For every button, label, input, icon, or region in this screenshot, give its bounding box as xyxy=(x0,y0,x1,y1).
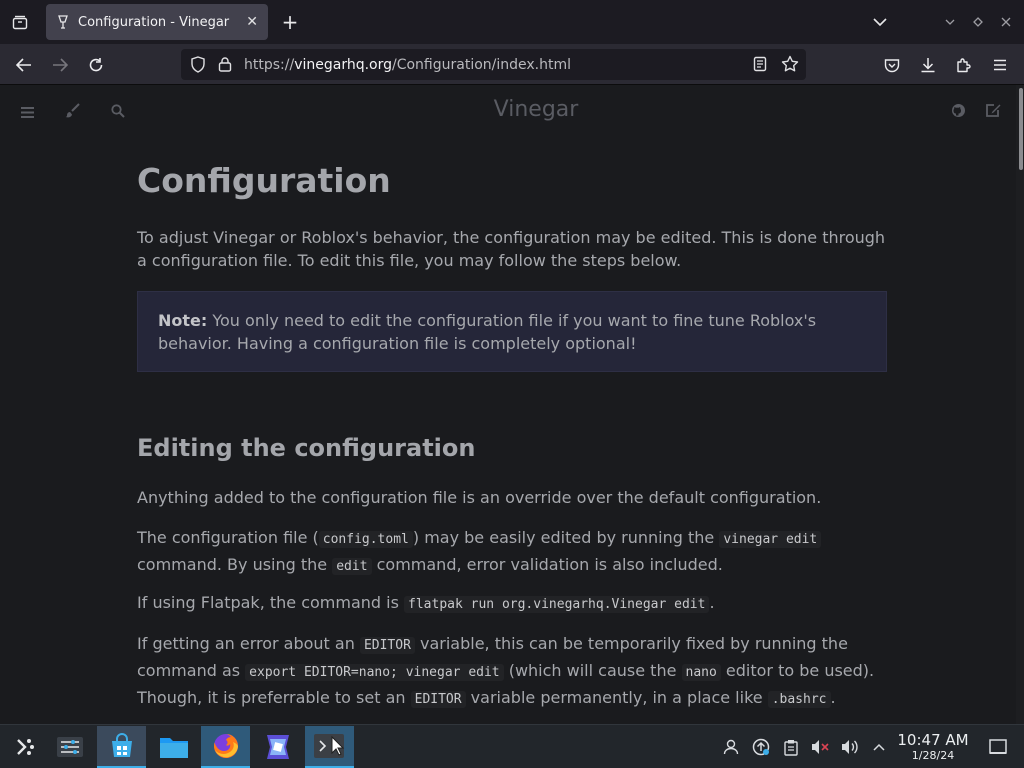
note-text: You only need to edit the configuration … xyxy=(158,311,817,353)
back-arrow-icon[interactable] xyxy=(12,53,36,77)
reload-icon[interactable] xyxy=(84,53,108,77)
extensions-puzzle-icon[interactable] xyxy=(952,53,976,77)
firefox-icon[interactable] xyxy=(201,726,250,768)
note-label: Note: xyxy=(158,311,208,330)
list-tabs-chevron-icon[interactable] xyxy=(868,10,892,34)
code-editor-var: EDITOR xyxy=(359,637,415,654)
tab-overview-icon[interactable] xyxy=(8,10,32,34)
clipboard-icon[interactable] xyxy=(780,725,802,768)
doc-menu-bar: Vinegar xyxy=(0,85,1016,137)
note-callout: Note: You only need to edit the configur… xyxy=(137,291,887,372)
system-settings-icon[interactable] xyxy=(45,726,94,768)
address-bar[interactable]: https://vinegarhq.org/Configuration/inde… xyxy=(181,49,806,80)
bookmark-star-icon[interactable] xyxy=(781,55,799,77)
app-launcher-icon[interactable] xyxy=(0,726,49,768)
url-text[interactable]: https://vinegarhq.org/Configuration/inde… xyxy=(244,57,571,73)
page-scrollbar[interactable] xyxy=(1016,85,1024,724)
show-desktop-icon[interactable] xyxy=(986,725,1010,768)
code-nano: nano xyxy=(681,664,721,681)
code-edit: edit xyxy=(332,558,372,575)
clock-time: 10:47 AM xyxy=(897,731,969,749)
window-close-icon[interactable] xyxy=(998,14,1014,30)
taskbar: 10:47 AM 1/28/24 xyxy=(0,724,1024,768)
site-title: Vinegar xyxy=(493,97,579,122)
code-export-editor: export EDITOR=nano; vinegar edit xyxy=(245,664,504,681)
code-config-toml: config.toml xyxy=(318,531,413,548)
code-vinegar-edit: vinegar edit xyxy=(719,531,822,548)
discover-store-icon[interactable] xyxy=(97,726,146,768)
tracking-shield-icon[interactable] xyxy=(190,56,206,77)
tab-active[interactable]: Configuration - Vinegar ✕ xyxy=(46,4,268,40)
volume-icon[interactable] xyxy=(838,725,862,768)
digital-clock[interactable]: 10:47 AM 1/28/24 xyxy=(896,731,970,763)
intro-paragraph: To adjust Vinegar or Roblox's behavior, … xyxy=(137,228,886,270)
terminal-konsole-icon[interactable] xyxy=(305,726,354,768)
forward-arrow-icon[interactable] xyxy=(48,53,72,77)
user-account-icon[interactable] xyxy=(720,725,742,768)
pocket-icon[interactable] xyxy=(880,53,904,77)
vinegar-favicon-icon xyxy=(56,14,70,30)
window-maximize-icon[interactable] xyxy=(970,14,986,30)
window-minimize-icon[interactable] xyxy=(942,14,958,30)
github-icon[interactable] xyxy=(951,103,966,122)
navigation-toolbar: https://vinegarhq.org/Configuration/inde… xyxy=(0,44,1024,85)
tab-strip: Configuration - Vinegar ✕ + xyxy=(0,0,1024,44)
web-page: Vinegar Configuration To adjust Vinegar … xyxy=(0,85,1024,724)
vinegar-roblox-icon[interactable] xyxy=(253,726,302,768)
app-menu-hamburger-icon[interactable] xyxy=(988,53,1012,77)
edit-page-icon[interactable] xyxy=(985,103,1001,122)
tab-close-icon[interactable]: ✕ xyxy=(246,14,258,30)
audio-muted-icon[interactable] xyxy=(808,725,832,768)
tray-expand-chevron-up-icon[interactable] xyxy=(868,725,890,768)
scrollbar-thumb[interactable] xyxy=(1019,88,1023,170)
file-manager-folder-icon[interactable] xyxy=(149,726,198,768)
paragraph-config-file: The configuration file (config.toml) may… xyxy=(137,525,887,579)
tab-title: Configuration - Vinegar xyxy=(78,14,230,30)
reader-view-icon[interactable] xyxy=(753,56,767,76)
code-editor-var-2: EDITOR xyxy=(410,691,466,708)
paragraph-editor-variable: If getting an error about an EDITOR vari… xyxy=(137,634,875,708)
downloads-icon[interactable] xyxy=(916,53,940,77)
update-notifier-icon[interactable] xyxy=(750,725,772,768)
code-flatpak-command: flatpak run org.vinegarhq.Vinegar edit xyxy=(404,596,710,613)
paragraph-override: Anything added to the configuration file… xyxy=(137,488,822,507)
code-bashrc: .bashrc xyxy=(767,691,831,708)
page-heading: Configuration xyxy=(137,161,391,200)
section-heading-editing: Editing the configuration xyxy=(137,434,476,462)
new-tab-icon[interactable]: + xyxy=(278,10,302,34)
paragraph-flatpak: If using Flatpak, the command is flatpak… xyxy=(137,593,715,613)
clock-date: 1/28/24 xyxy=(911,749,955,762)
lock-icon[interactable] xyxy=(218,56,232,76)
